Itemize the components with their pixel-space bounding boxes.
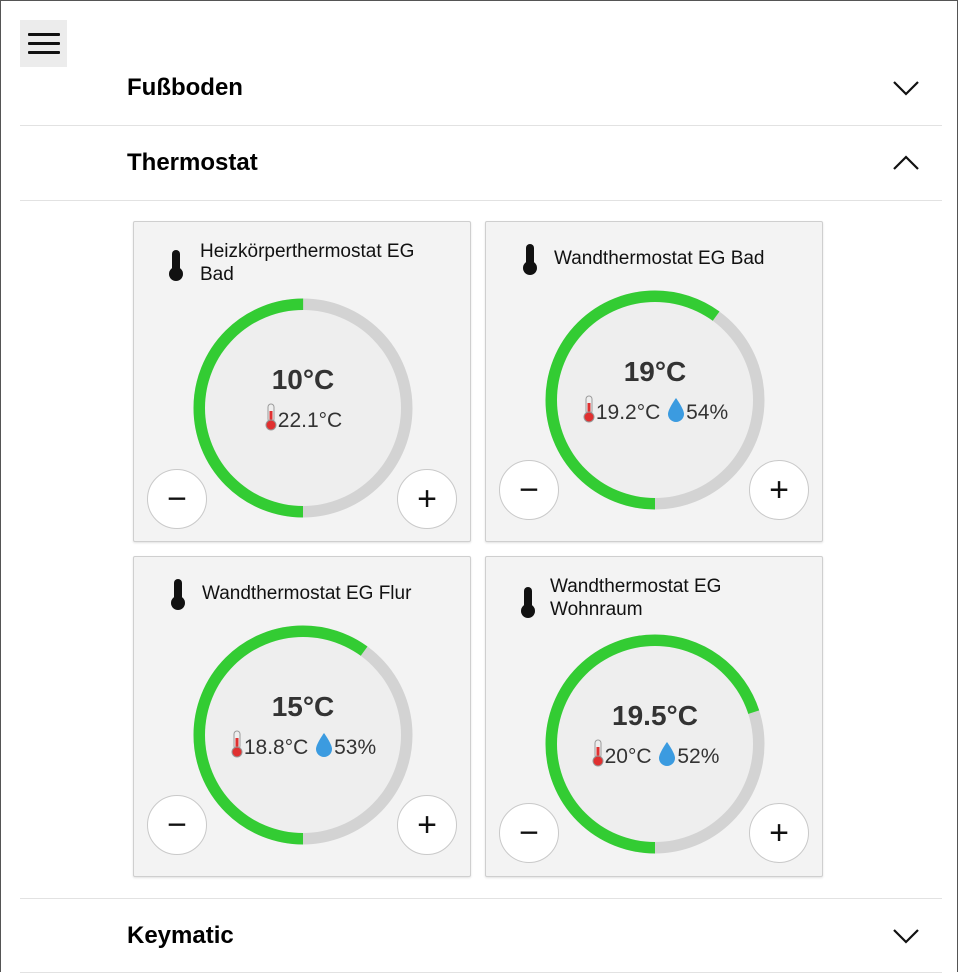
readings: 18.8°C 53% [193,730,413,764]
decrease-button[interactable]: − [499,803,559,863]
increase-button[interactable]: + [397,795,457,855]
chevron-down-icon [893,929,919,944]
thermometer-icon [523,244,537,275]
readings: 20°C 52% [545,739,765,773]
device-name: Heizkörperthermostat EG Bad [200,241,415,285]
red-thermometer-icon [591,739,605,773]
device-name: Wandthermostat EG Bad [554,248,765,269]
device-name: Wandthermostat EG Wohnraum [550,576,722,620]
water-drop-icon [666,397,686,429]
section-title: Keymatic [127,922,234,949]
current-temperature: 18.8°C [243,736,309,759]
humidity: 53% [334,736,377,759]
setpoint-value: 19.5°C [612,700,698,731]
decrease-button[interactable]: − [147,795,207,855]
current-temperature: 22.1°C [277,409,343,432]
increase-button[interactable]: + [749,460,809,520]
setpoint-value: 19°C [623,356,687,387]
readings: 22.1°C [193,403,413,437]
red-thermometer-icon [264,403,278,437]
decrease-button[interactable]: − [499,460,559,520]
humidity: 52% [677,745,720,768]
section-title: Fußboden [127,74,243,101]
thermostat-dial[interactable]: 19.5°C 20°C 52% [545,634,765,854]
thermometer-icon [169,250,183,281]
section-title: Thermostat [127,149,258,176]
decrease-button[interactable]: − [147,469,207,529]
chevron-up-icon [893,155,919,170]
water-drop-icon [657,741,677,773]
thermostat-card: Heizkörperthermostat EG Bad 10°C 22.1°C … [133,221,471,542]
menu-line-icon [27,42,60,45]
thermostat-dial[interactable]: 15°C 18.8°C 53% [193,625,413,845]
section-thermostat-header[interactable]: Thermostat [20,125,942,200]
section-fussboden-header[interactable]: Fußboden [20,50,942,125]
setpoint-value: 10°C [271,364,335,395]
thermostat-card: Wandthermostat EG Wohnraum 19.5°C 20°C 5… [485,556,823,877]
divider [20,972,942,973]
readings: 19.2°C 54% [545,395,765,429]
humidity: 54% [686,401,729,424]
current-temperature: 20°C [604,745,652,768]
thermostat-dial[interactable]: 10°C 22.1°C [193,298,413,518]
setpoint-value: 15°C [271,691,335,722]
chevron-down-icon [893,81,919,96]
divider [20,200,942,201]
red-thermometer-icon [230,730,244,764]
red-thermometer-icon [582,395,596,429]
thermostat-card: Wandthermostat EG Flur 15°C 18.8°C 53% −… [133,556,471,877]
thermostat-card: Wandthermostat EG Bad 19°C 19.2°C 54% − … [485,221,823,542]
water-drop-icon [314,732,334,764]
thermometer-icon [521,587,535,618]
section-keymatic-header[interactable]: Keymatic [20,898,942,973]
increase-button[interactable]: + [749,803,809,863]
thermometer-icon [171,579,185,610]
menu-line-icon [27,33,60,36]
thermostat-dial[interactable]: 19°C 19.2°C 54% [545,290,765,510]
increase-button[interactable]: + [397,469,457,529]
current-temperature: 19.2°C [595,401,661,424]
device-name: Wandthermostat EG Flur [202,583,412,604]
